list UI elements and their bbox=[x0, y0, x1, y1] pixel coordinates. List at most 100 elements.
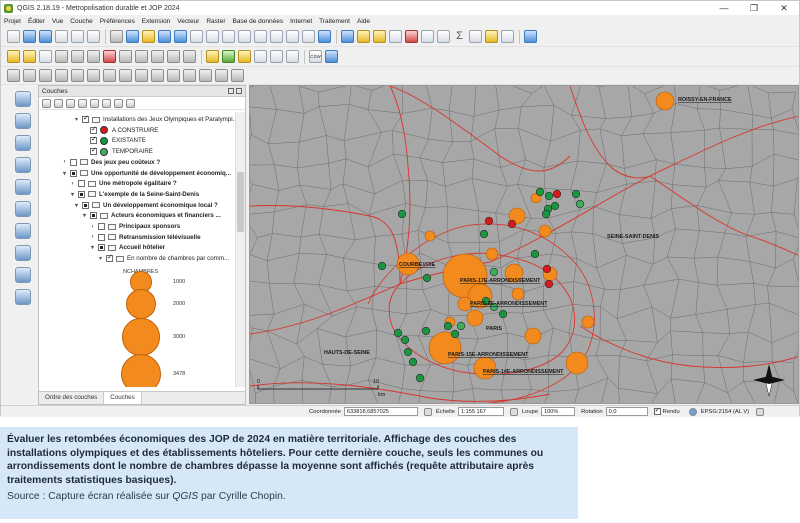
change-label-icon[interactable] bbox=[286, 50, 299, 63]
print-composer-icon[interactable] bbox=[71, 30, 84, 43]
layer-visibility-checkbox[interactable] bbox=[90, 212, 97, 220]
move-feature-icon[interactable] bbox=[71, 50, 84, 63]
expand-arrow-icon[interactable]: ▾ bbox=[73, 116, 80, 123]
messages-icon[interactable] bbox=[756, 407, 765, 416]
composer-manager-icon[interactable] bbox=[87, 30, 100, 43]
expand-all-icon[interactable] bbox=[102, 98, 111, 108]
toggle-editing-icon[interactable] bbox=[23, 50, 36, 63]
label-tool-icon[interactable] bbox=[206, 50, 219, 63]
open-layer-styling-icon[interactable] bbox=[42, 98, 51, 108]
render-checkbox[interactable] bbox=[653, 406, 661, 415]
enable-advanced-digitizing-icon[interactable] bbox=[7, 69, 20, 82]
expand-arrow-icon[interactable]: › bbox=[69, 181, 76, 187]
scrollbar-thumb[interactable] bbox=[237, 172, 244, 232]
layer-visibility-checkbox[interactable] bbox=[90, 135, 97, 145]
add-feature-icon[interactable] bbox=[55, 50, 68, 63]
layer-visibility-checkbox[interactable] bbox=[90, 125, 97, 134]
map-canvas[interactable]: ROISSY-EN-FRANCE SEINE-SAINT-DENIS HAUTS-D… bbox=[249, 85, 799, 404]
magnifier-field[interactable]: 100% bbox=[541, 407, 576, 416]
layer-visibility-checkbox[interactable] bbox=[98, 223, 105, 230]
add-wcs-layer-icon[interactable] bbox=[15, 223, 31, 239]
menu-editer[interactable]: Éditer bbox=[28, 18, 45, 25]
rotate-label-icon[interactable] bbox=[270, 50, 283, 63]
maximize-button[interactable]: ❐ bbox=[739, 1, 769, 15]
move-label-icon[interactable] bbox=[254, 50, 267, 63]
new-map-view-icon[interactable] bbox=[286, 30, 299, 43]
layer-tree-row[interactable]: ▾ En nombre de chambres par comm... bbox=[97, 253, 229, 263]
offset-curve-icon[interactable] bbox=[151, 69, 164, 82]
menu-base-de-donnees[interactable]: Base de données bbox=[233, 18, 284, 25]
layer-tree-row[interactable]: ▾ L'exemple de la Seine-Saint-Denis bbox=[69, 190, 199, 199]
minimize-button[interactable]: — bbox=[709, 1, 739, 15]
menu-extension[interactable]: Extension bbox=[142, 18, 171, 25]
filter-by-expression-icon[interactable] bbox=[90, 98, 99, 108]
tab-couches[interactable]: Couches bbox=[104, 392, 142, 404]
add-part-icon[interactable] bbox=[71, 69, 84, 82]
menu-vue[interactable]: Vue bbox=[52, 18, 63, 25]
crs-label[interactable]: EPSG:2154 (AL V) bbox=[701, 409, 749, 415]
simplify-feature-icon[interactable] bbox=[39, 69, 52, 82]
statistics-sigma-icon[interactable]: Σ bbox=[453, 30, 466, 43]
add-ring-icon[interactable] bbox=[55, 69, 68, 82]
expand-arrow-icon[interactable]: › bbox=[89, 224, 96, 230]
manage-map-themes-icon[interactable] bbox=[66, 98, 75, 108]
select-features-icon[interactable] bbox=[373, 30, 386, 43]
zoom-next-icon[interactable] bbox=[270, 30, 283, 43]
copy-features-icon[interactable] bbox=[135, 50, 148, 63]
menu-internet[interactable]: Internet bbox=[290, 18, 312, 25]
save-project-icon[interactable] bbox=[39, 30, 52, 43]
layer-visibility-checkbox[interactable] bbox=[82, 201, 89, 209]
layer-tree-row[interactable]: ▾ Un développement économique local ? bbox=[73, 201, 218, 210]
open-project-icon[interactable] bbox=[23, 30, 36, 43]
layer-tree-row[interactable]: ▾ Acteurs économiques et financiers ... bbox=[81, 211, 221, 220]
pan-icon[interactable] bbox=[110, 30, 123, 43]
touch-zoom-icon[interactable] bbox=[142, 30, 155, 43]
delete-part-icon[interactable] bbox=[119, 69, 132, 82]
crs-globe-icon[interactable] bbox=[688, 407, 697, 416]
new-shapefile-layer-icon[interactable] bbox=[15, 289, 31, 305]
open-attribute-table-icon[interactable] bbox=[421, 30, 434, 43]
merge-features-icon[interactable] bbox=[199, 69, 212, 82]
fill-ring-icon[interactable] bbox=[87, 69, 100, 82]
expand-arrow-icon[interactable]: ▾ bbox=[73, 202, 80, 209]
close-panel-icon[interactable] bbox=[236, 88, 242, 94]
menu-traitement[interactable]: Traitement bbox=[319, 18, 350, 25]
menu-projet[interactable]: Projet bbox=[4, 18, 21, 25]
expand-arrow-icon[interactable]: › bbox=[89, 234, 96, 240]
layer-tree-scrollbar[interactable] bbox=[235, 112, 245, 387]
layer-tree-row[interactable]: ▾ Accueil hôtelier bbox=[89, 243, 165, 252]
add-vector-layer-icon[interactable] bbox=[15, 91, 31, 107]
rotation-field[interactable]: 0,0 bbox=[605, 407, 648, 416]
zoom-full-icon[interactable] bbox=[206, 30, 219, 43]
layer-tree-row[interactable]: › Retransmission télévisuelle bbox=[89, 233, 201, 242]
layer-tree-row[interactable]: › Une métropole égalitaire ? bbox=[69, 179, 177, 188]
delete-selected-icon[interactable] bbox=[103, 50, 116, 63]
layer-visibility-checkbox[interactable] bbox=[98, 233, 105, 241]
layer-tree-row[interactable]: TEMPORAIRE bbox=[81, 146, 153, 156]
layer-visibility-checkbox[interactable] bbox=[106, 253, 113, 263]
menu-vecteur[interactable]: Vecteur bbox=[177, 18, 199, 25]
add-spatialite-layer-icon[interactable] bbox=[15, 157, 31, 173]
help-icon[interactable] bbox=[524, 30, 537, 43]
pan-to-selection-icon[interactable] bbox=[126, 30, 139, 43]
field-calculator-icon[interactable] bbox=[437, 30, 450, 43]
pin-labels-icon[interactable] bbox=[222, 50, 235, 63]
paste-features-icon[interactable] bbox=[151, 50, 164, 63]
close-button[interactable]: ✕ bbox=[769, 1, 799, 15]
menu-aide[interactable]: Aide bbox=[357, 18, 370, 25]
merge-attributes-icon[interactable] bbox=[215, 69, 228, 82]
split-features-icon[interactable] bbox=[167, 69, 180, 82]
lock-scale-icon[interactable] bbox=[509, 407, 518, 416]
layer-visibility-checkbox[interactable] bbox=[98, 244, 105, 252]
add-mssql-layer-icon[interactable] bbox=[15, 179, 31, 195]
layer-visibility-checkbox[interactable] bbox=[82, 114, 89, 123]
text-annotation-icon[interactable] bbox=[501, 30, 514, 43]
zoom-last-icon[interactable] bbox=[254, 30, 267, 43]
delete-ring-icon[interactable] bbox=[103, 69, 116, 82]
zoom-to-selection-icon[interactable] bbox=[222, 30, 235, 43]
menu-raster[interactable]: Raster bbox=[206, 18, 225, 25]
layer-tree-row[interactable]: ▾ Installations des Jeux Olympiques et Pa… bbox=[73, 114, 235, 124]
float-panel-icon[interactable] bbox=[228, 88, 234, 94]
add-group-icon[interactable] bbox=[54, 98, 63, 108]
identify-icon[interactable] bbox=[341, 30, 354, 43]
